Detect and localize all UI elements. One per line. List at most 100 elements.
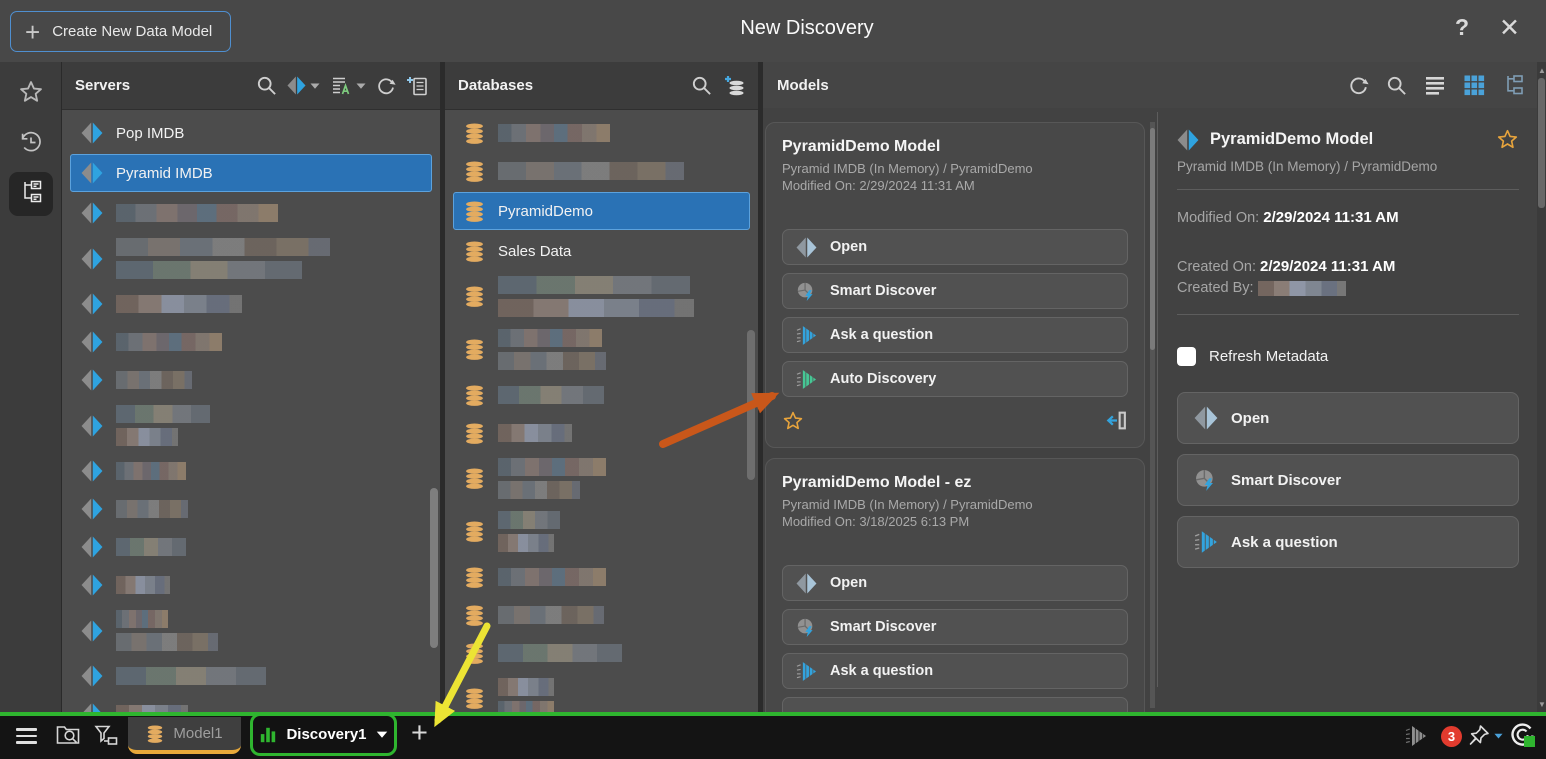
database-item[interactable] xyxy=(445,270,758,323)
action-label: Ask a question xyxy=(830,327,933,343)
server-item[interactable] xyxy=(62,452,440,490)
database-item[interactable] xyxy=(445,672,758,712)
action-button-open[interactable]: Open xyxy=(782,565,1128,601)
tab-label: Discovery1 xyxy=(286,726,366,743)
create-new-data-model-button[interactable]: + Create New Data Model xyxy=(10,11,231,52)
sort-az-icon[interactable] xyxy=(330,75,352,97)
action-button-smart-discover[interactable]: Smart Discover xyxy=(782,273,1128,309)
action-button-smart-discover[interactable]: Smart Discover xyxy=(1177,454,1519,506)
server-item[interactable] xyxy=(62,528,440,566)
tab-model1[interactable]: Model1 xyxy=(128,717,241,754)
database-item[interactable] xyxy=(445,558,758,596)
database-item[interactable] xyxy=(445,414,758,452)
server-diamond-icon xyxy=(81,620,103,642)
pin-icon[interactable] xyxy=(1467,723,1491,747)
action-button-open[interactable]: Open xyxy=(782,229,1128,265)
server-item-pyramid-imdb[interactable]: Pyramid IMDB xyxy=(70,154,432,192)
list-view-icon[interactable] xyxy=(1424,74,1446,96)
detail-source: Pyramid IMDB (In Memory) / PyramidDemo xyxy=(1177,159,1519,174)
chevron-down-icon[interactable] xyxy=(376,731,388,738)
server-item[interactable] xyxy=(62,285,440,323)
servers-title: Servers xyxy=(75,77,130,94)
tree-view-icon[interactable] xyxy=(1502,74,1524,96)
data-flow-icon[interactable] xyxy=(93,722,119,748)
notification-badge[interactable]: 3 xyxy=(1441,726,1462,747)
database-icon xyxy=(464,521,485,542)
server-item[interactable] xyxy=(62,695,440,712)
tab-discovery1[interactable]: Discovery1 xyxy=(250,713,397,756)
add-database-icon[interactable] xyxy=(722,74,746,98)
smart-discover-icon xyxy=(796,617,817,638)
refresh-metadata-checkbox[interactable] xyxy=(1177,347,1196,366)
connection-status-icon[interactable] xyxy=(1509,721,1537,749)
database-item-pyramiddemo[interactable]: PyramidDemo xyxy=(453,192,750,230)
action-button-smart-discover[interactable]: Smart Discover xyxy=(782,609,1128,645)
server-item[interactable] xyxy=(62,657,440,695)
chevron-down-icon[interactable] xyxy=(1494,733,1503,739)
database-item-sales-data[interactable]: Sales Data xyxy=(445,232,758,270)
sidebar-item-recent[interactable] xyxy=(9,122,53,166)
favorite-star-icon[interactable] xyxy=(1496,128,1519,151)
server-item[interactable] xyxy=(62,490,440,528)
chevron-down-icon[interactable] xyxy=(310,83,320,89)
help-icon[interactable]: ? xyxy=(1455,14,1469,41)
server-item[interactable] xyxy=(62,361,440,399)
database-item[interactable] xyxy=(445,596,758,634)
chevron-down-icon[interactable] xyxy=(356,83,366,89)
grid-view-icon[interactable] xyxy=(1463,74,1485,96)
server-item[interactable] xyxy=(62,604,440,657)
models-panel: Models PyramidDemo Model Pyramid IMDB (I… xyxy=(763,62,1546,712)
database-icon xyxy=(464,643,485,664)
database-item[interactable] xyxy=(445,634,758,672)
detail-created: Created On: 2/29/2024 11:31 AM Created B… xyxy=(1177,256,1519,299)
search-icon[interactable] xyxy=(691,75,712,96)
search-icon[interactable] xyxy=(1386,75,1407,96)
pyramid-logo-icon[interactable] xyxy=(1405,725,1427,747)
refresh-icon[interactable] xyxy=(376,76,396,96)
action-button-ask-a-question[interactable]: Ask a question xyxy=(782,317,1128,353)
database-icon xyxy=(464,339,485,360)
database-item[interactable] xyxy=(445,323,758,376)
server-item-pop-imdb[interactable]: Pop IMDB xyxy=(62,114,440,152)
servers-scrollbar[interactable] xyxy=(430,488,438,648)
action-button-open[interactable]: Open xyxy=(1177,392,1519,444)
model-card[interactable]: PyramidDemo Model Pyramid IMDB (In Memor… xyxy=(765,122,1145,448)
sidebar-item-content-tree[interactable] xyxy=(9,172,53,216)
databases-title: Databases xyxy=(458,77,533,94)
database-item[interactable] xyxy=(445,152,758,190)
scroll-up-icon[interactable]: ▲ xyxy=(1538,66,1546,75)
cards-scrollbar-thumb[interactable] xyxy=(1150,128,1155,350)
favorite-star-icon[interactable] xyxy=(782,410,804,432)
database-item[interactable] xyxy=(445,114,758,152)
action-button-auto-discovery[interactable]: Auto Discovery xyxy=(782,361,1128,397)
add-server-icon[interactable] xyxy=(406,75,428,97)
item-label: Sales Data xyxy=(498,243,571,260)
server-diamond-icon xyxy=(81,415,103,437)
refresh-icon[interactable] xyxy=(1348,75,1369,96)
sidebar-item-favorites[interactable] xyxy=(9,72,53,116)
server-item[interactable] xyxy=(62,323,440,361)
database-item[interactable] xyxy=(445,376,758,414)
open-in-icon[interactable] xyxy=(1105,409,1128,432)
scroll-down-icon[interactable]: ▼ xyxy=(1538,700,1546,709)
close-icon[interactable]: ✕ xyxy=(1499,13,1520,43)
server-item[interactable] xyxy=(62,399,440,452)
action-button-ask-a-question[interactable]: Ask a question xyxy=(782,653,1128,689)
database-item[interactable] xyxy=(445,452,758,505)
databases-scrollbar[interactable] xyxy=(747,330,755,480)
search-icon[interactable] xyxy=(256,75,277,96)
server-type-filter-icon[interactable] xyxy=(287,76,306,95)
content-explorer-icon[interactable] xyxy=(55,722,81,748)
action-label: Ask a question xyxy=(830,663,933,679)
server-item[interactable] xyxy=(62,566,440,604)
detail-modified: Modified On: 2/29/2024 11:31 AM xyxy=(1177,207,1519,229)
divider xyxy=(1177,189,1519,190)
database-icon xyxy=(464,423,485,444)
action-button-ask-a-question[interactable]: Ask a question xyxy=(1177,516,1519,568)
menu-icon[interactable] xyxy=(16,728,37,744)
server-item[interactable] xyxy=(62,232,440,285)
database-item[interactable] xyxy=(445,505,758,558)
server-item[interactable] xyxy=(62,194,440,232)
models-scrollbar-thumb[interactable] xyxy=(1538,78,1545,208)
new-tab-button[interactable]: + xyxy=(411,717,428,750)
